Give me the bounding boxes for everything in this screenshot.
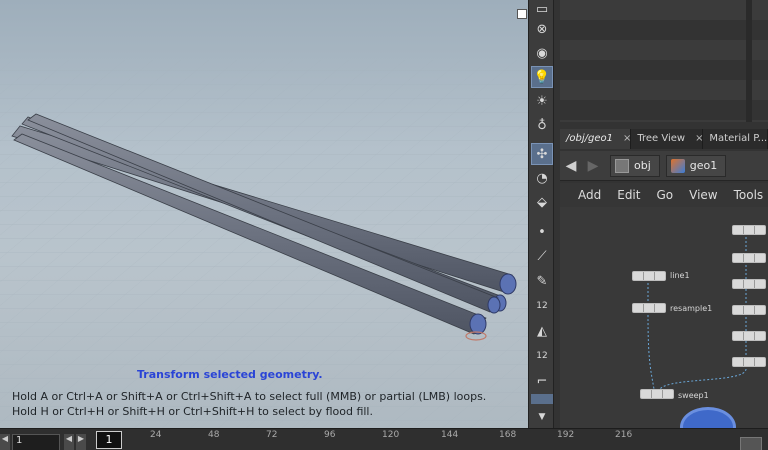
tick-216: 216: [615, 430, 633, 440]
node-sweep1-label: sweep1: [678, 391, 709, 400]
brush-icon[interactable]: ⟋: [531, 245, 553, 267]
breadcrumb-obj[interactable]: obj: [610, 154, 660, 177]
viewport-toolbar: ▭ ⊗ ◉ 💡 ☀ ♁ ✣ ◔ ⬙ • ⟋ ✎ 12 ◭ 12 ⌐ ▼: [528, 0, 554, 428]
viewport-corner-icon[interactable]: [517, 9, 527, 19]
snap-12-alt-icon[interactable]: 12: [531, 345, 553, 367]
shelf-scroll-up-icon[interactable]: [531, 394, 553, 404]
timeline-options-icon[interactable]: [740, 437, 762, 450]
snap-12-label: 12: [536, 301, 548, 311]
close-circle-icon[interactable]: ⊗: [531, 18, 553, 40]
start-frame-field[interactable]: 1: [12, 434, 60, 450]
tick-48: 48: [208, 430, 220, 440]
node-sweep1[interactable]: [640, 389, 674, 399]
breadcrumb-geo1[interactable]: geo1: [665, 154, 727, 177]
view-eye-icon[interactable]: ◔: [531, 167, 553, 189]
playbar: ◀ 1 ◀ ▶ 1 24 48 72 96 120 144 168 192 21…: [0, 428, 768, 450]
hint-line-loops: Hold A or Ctrl+A or Shift+A or Ctrl+Shif…: [12, 390, 487, 403]
point-dot-icon[interactable]: •: [531, 221, 553, 243]
pane-tabs: /obj/geo1 × Tree View × Material P...: [560, 129, 768, 149]
close-icon[interactable]: ×: [623, 133, 630, 144]
step-forward-icon[interactable]: ▶: [76, 434, 86, 450]
corner-icon[interactable]: ⌐: [531, 370, 553, 392]
pin-icon[interactable]: ✎: [531, 270, 553, 292]
node-chain-4[interactable]: [732, 305, 766, 315]
light-bulb-icon[interactable]: 💡: [531, 66, 553, 88]
node-line1-label: line1: [670, 271, 690, 280]
tick-120: 120: [382, 430, 400, 440]
node-line1[interactable]: [632, 271, 666, 281]
snap-12-alt-label: 12: [536, 351, 548, 361]
menu-go[interactable]: Go: [648, 188, 681, 202]
path-bar: ◀ ▶ obj geo1: [560, 151, 768, 181]
tick-72: 72: [266, 430, 278, 440]
back-arrow-icon[interactable]: ◀: [560, 158, 582, 174]
geo-node-icon: [670, 158, 685, 173]
hint-title: Transform selected geometry.: [137, 368, 323, 381]
menu-add[interactable]: Add: [570, 188, 609, 202]
network-menubar: Add Edit Go View Tools: [560, 183, 768, 207]
tab-tree-view-label: Tree View: [637, 133, 686, 144]
point-light-icon[interactable]: ♁: [531, 114, 553, 136]
node-resample1[interactable]: [632, 303, 666, 313]
paint-bucket-icon[interactable]: ◭: [531, 320, 553, 342]
ambient-light-icon[interactable]: ☀: [531, 90, 553, 112]
network-editor[interactable]: line1 resample1 sweep1: [560, 207, 768, 428]
current-frame-indicator[interactable]: 1: [96, 431, 122, 449]
camera-sphere-icon[interactable]: ◉: [531, 42, 553, 64]
tab-material-palette[interactable]: Material P...: [703, 129, 768, 149]
node-chain-2[interactable]: [732, 253, 766, 263]
tick-192: 192: [557, 430, 575, 440]
tab-material-label: Material P...: [709, 133, 768, 144]
menu-tools[interactable]: Tools: [726, 188, 768, 202]
shelf-scroll-down-icon[interactable]: ▼: [531, 406, 553, 428]
tab-tree-view[interactable]: Tree View ×: [631, 129, 704, 149]
close-icon[interactable]: ×: [695, 133, 702, 144]
selection-tool-icon[interactable]: ▭: [531, 0, 553, 20]
handle-tool-icon[interactable]: ⬙: [531, 191, 553, 213]
node-chain-6[interactable]: [732, 357, 766, 367]
tick-168: 168: [499, 430, 517, 440]
hint-line-flood: Hold H or Ctrl+H or Shift+H or Ctrl+Shif…: [12, 405, 373, 418]
tick-96: 96: [324, 430, 336, 440]
breadcrumb-obj-label: obj: [634, 159, 651, 172]
snap-12-icon[interactable]: 12: [531, 295, 553, 317]
timeline-left-icon[interactable]: ◀: [0, 434, 10, 450]
tab-obj-geo1[interactable]: /obj/geo1 ×: [560, 129, 632, 149]
menu-edit[interactable]: Edit: [609, 188, 648, 202]
scene-viewport[interactable]: Transform selected geometry. Hold A or C…: [0, 0, 528, 428]
viewport-scene: [0, 60, 528, 428]
menu-view[interactable]: View: [681, 188, 725, 202]
breadcrumb-geo1-label: geo1: [689, 159, 718, 172]
tick-24: 24: [150, 430, 162, 440]
node-circle[interactable]: [732, 225, 766, 235]
obj-network-icon: [615, 158, 629, 173]
right-pane: /obj/geo1 × Tree View × Material P... ◀ ▶ …: [554, 0, 768, 428]
parameter-pane[interactable]: [560, 0, 768, 122]
node-chain-5[interactable]: [732, 331, 766, 341]
node-resample1-label: resample1: [670, 304, 713, 313]
parameter-scrollbar[interactable]: [746, 0, 752, 122]
pose-tool-icon[interactable]: ✣: [531, 143, 553, 165]
tab-obj-geo1-label: /obj/geo1: [566, 133, 613, 144]
node-chain-3[interactable]: [732, 279, 766, 289]
forward-arrow-icon[interactable]: ▶: [582, 158, 604, 174]
tick-144: 144: [441, 430, 459, 440]
step-back-icon[interactable]: ◀: [64, 434, 74, 450]
